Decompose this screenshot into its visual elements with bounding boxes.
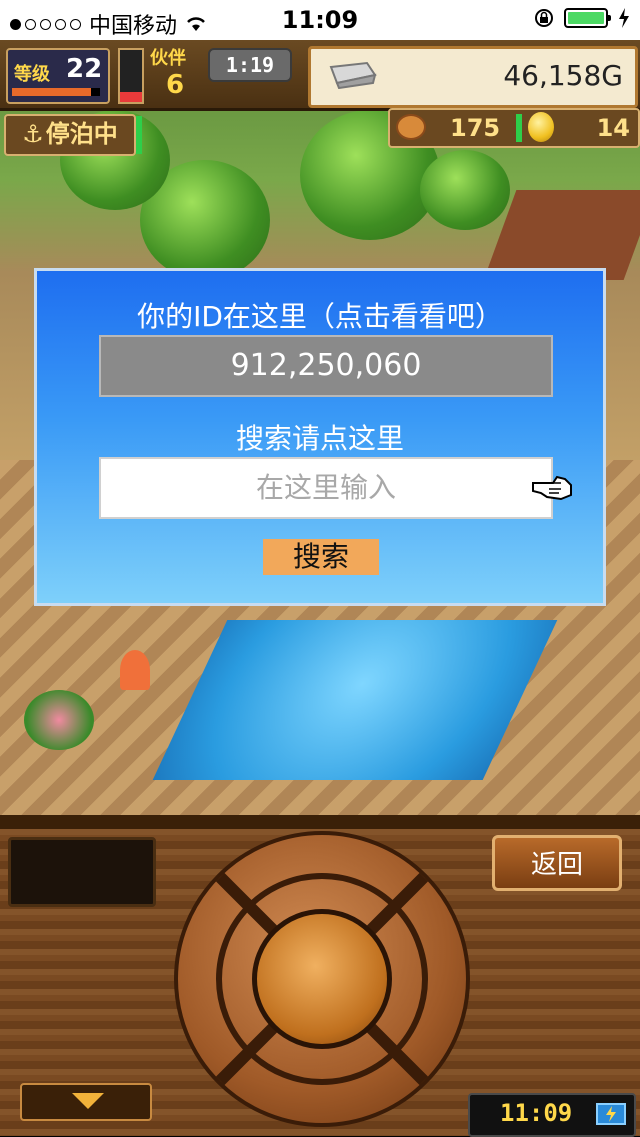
info-display xyxy=(8,837,156,907)
gold-amount: 46,158G xyxy=(503,59,623,92)
docked-status[interactable]: ⚓停泊中 xyxy=(4,114,142,156)
search-prompt: 搜索请点这里 xyxy=(235,422,404,455)
down-arrow-icon xyxy=(72,1093,104,1109)
energy-gauge xyxy=(118,48,144,104)
pointing-hand-icon xyxy=(532,475,572,501)
directional-wheel[interactable] xyxy=(174,831,470,1127)
menu-toggle-button[interactable] xyxy=(20,1083,152,1121)
food-icon xyxy=(396,114,426,140)
wheel-center-button[interactable] xyxy=(252,909,392,1049)
resource-separator xyxy=(516,114,522,142)
crew-count: 6 xyxy=(166,70,185,100)
gold-panel: 46,158G xyxy=(308,46,638,108)
control-panel: 返回 11:09 xyxy=(0,815,640,1137)
level-label: 等级 xyxy=(14,64,50,85)
food-count: 175 xyxy=(450,114,501,142)
charging-icon xyxy=(619,8,629,28)
anchor-icon: ⚓ xyxy=(22,120,44,148)
panel-rim xyxy=(0,815,640,829)
user-id-display[interactable]: 912,250,060 xyxy=(99,335,553,397)
battery-icon xyxy=(564,8,611,28)
id-prompt: 你的ID在这里（点击看看吧） xyxy=(137,300,503,333)
battery-charging-icon xyxy=(596,1103,626,1125)
resource-panel: 175 14 xyxy=(388,108,640,148)
torch xyxy=(120,650,150,690)
status-right xyxy=(534,8,630,28)
search-button[interactable]: 搜索 xyxy=(263,539,379,575)
game-clock: 11:09 xyxy=(468,1093,636,1137)
game-clock-time: 11:09 xyxy=(500,1099,573,1127)
flower-bush xyxy=(24,690,94,750)
crew-label: 伙伴 xyxy=(150,48,186,69)
crew-panel: 伙伴 6 xyxy=(150,44,208,104)
status-bar: 中国移动 11:09 xyxy=(0,0,640,40)
experience-bar xyxy=(12,88,100,96)
friend-id-dialog: 你的ID在这里（点击看看吧） 912,250,060 搜索请点这里 在这里输入 … xyxy=(34,268,606,606)
id-search-input[interactable]: 在这里输入 xyxy=(99,457,553,519)
level-value: 22 xyxy=(66,54,103,84)
back-button[interactable]: 返回 xyxy=(492,835,622,891)
rotation-lock-icon xyxy=(535,9,553,27)
level-panel: 等级 22 xyxy=(6,48,110,104)
silver-ingot-icon xyxy=(329,61,377,89)
coin-icon xyxy=(528,112,554,142)
top-hud: 等级 22 伙伴 6 1:19 46,158G xyxy=(0,40,640,111)
coin-count: 14 xyxy=(596,114,630,142)
docked-label: 停泊中 xyxy=(45,120,118,148)
tree xyxy=(420,150,510,230)
status-indicator xyxy=(136,116,142,154)
timer: 1:19 xyxy=(208,48,292,82)
